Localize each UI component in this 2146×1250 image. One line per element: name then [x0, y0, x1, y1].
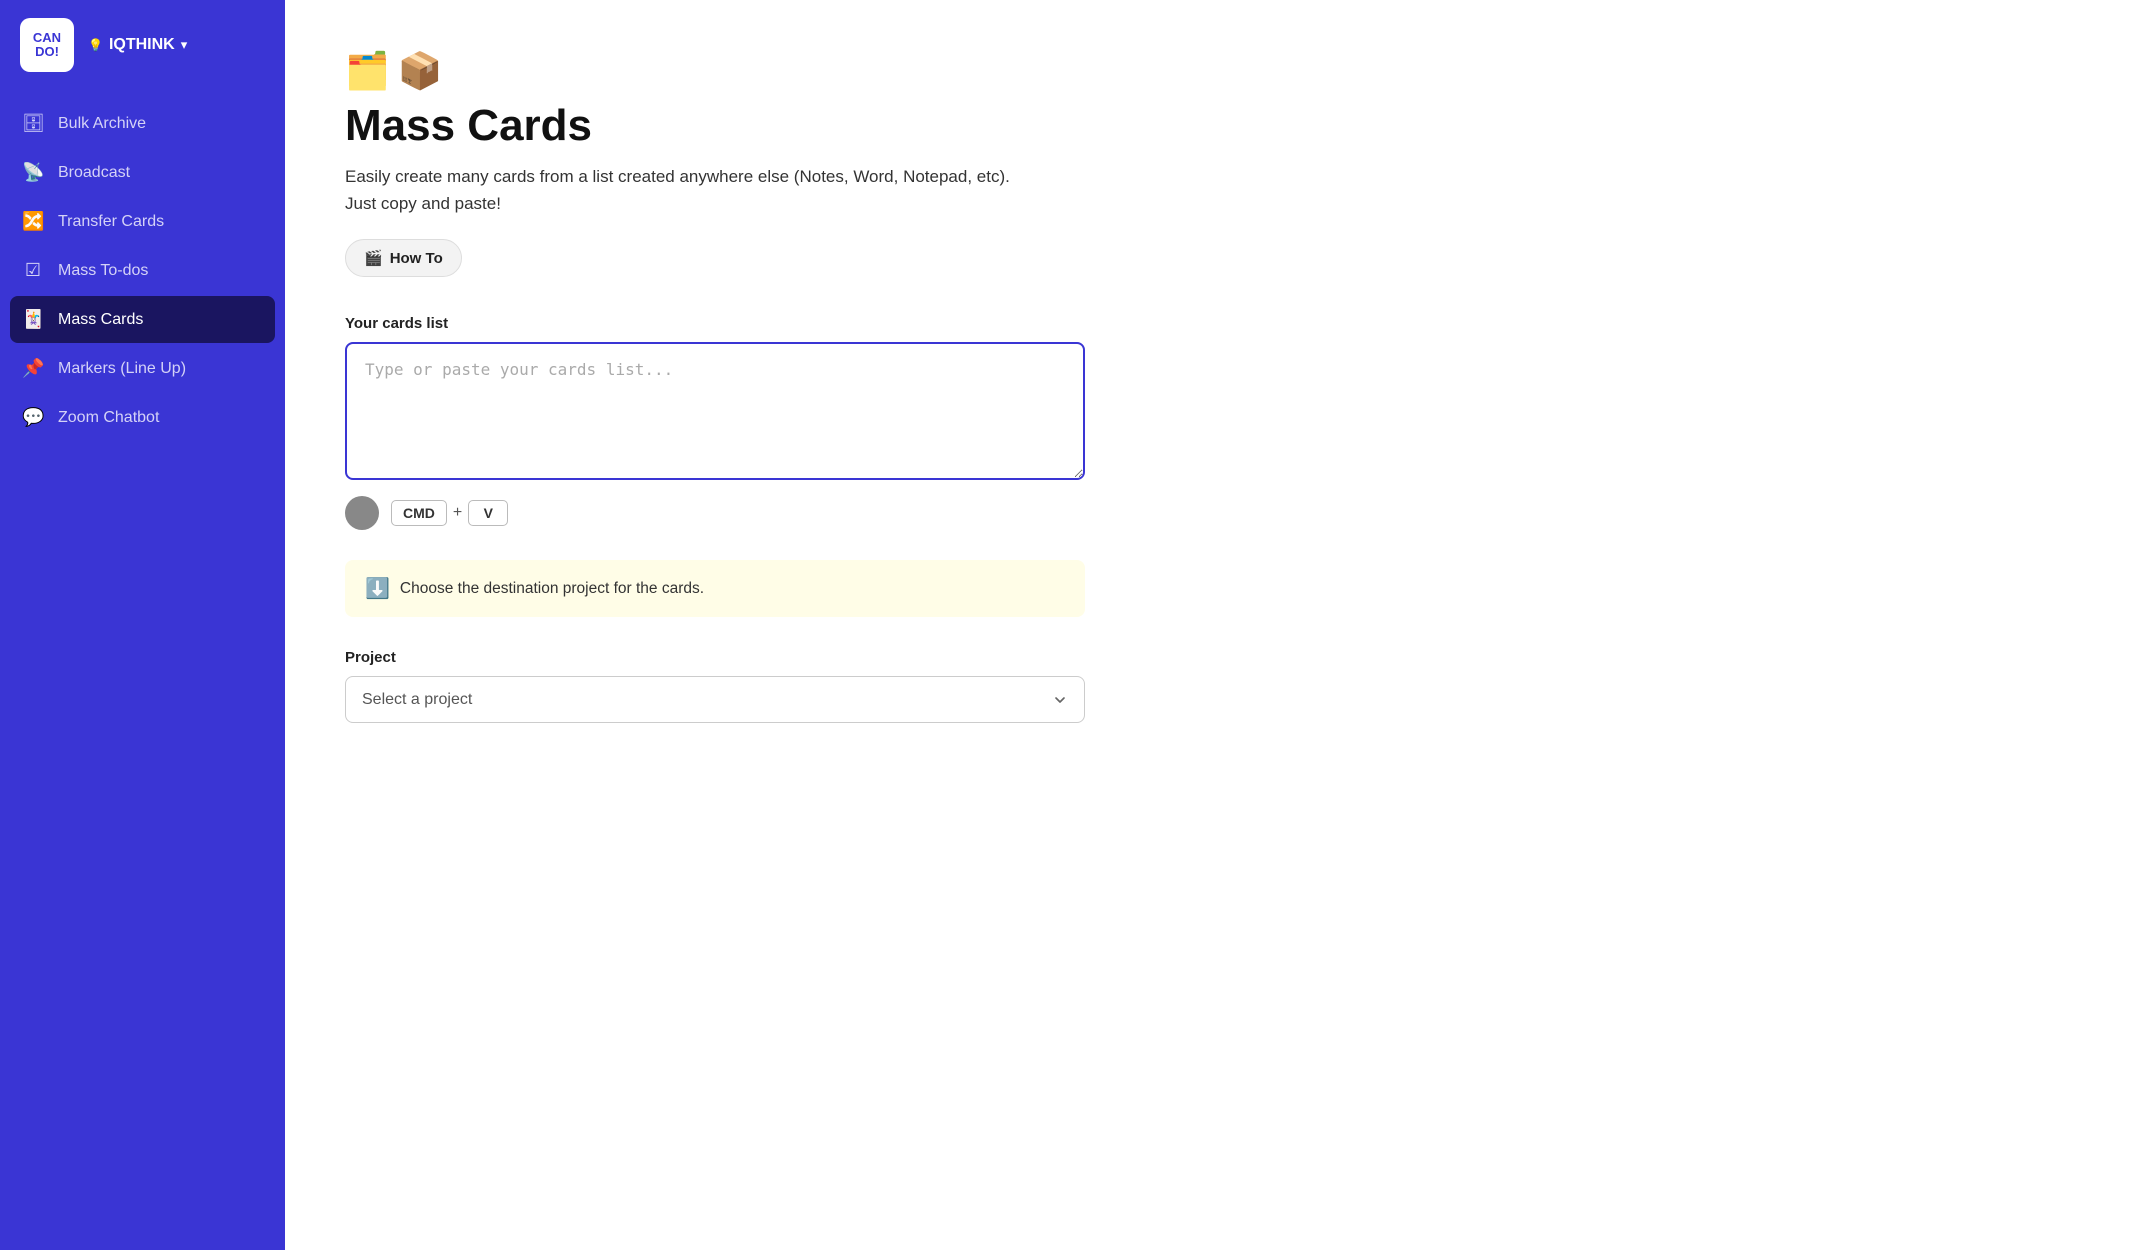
- mass-cards-icon: 🃏: [22, 309, 44, 330]
- zoom-chatbot-icon: 💬: [22, 407, 44, 428]
- sidebar-item-label: Bulk Archive: [58, 115, 146, 133]
- project-select[interactable]: Select a project: [345, 676, 1085, 723]
- sidebar-item-broadcast[interactable]: 📡 Broadcast: [0, 149, 285, 196]
- how-to-icon: 🎬: [364, 249, 383, 267]
- sidebar-item-label: Mass Cards: [58, 311, 143, 329]
- sidebar-nav: 🗄 Bulk Archive 📡 Broadcast 🔀 Transfer Ca…: [0, 90, 285, 451]
- transfer-cards-icon: 🔀: [22, 211, 44, 232]
- sidebar-item-label: Broadcast: [58, 164, 130, 182]
- sidebar-item-mass-cards[interactable]: 🃏 Mass Cards: [10, 296, 275, 343]
- v-key: V: [468, 500, 508, 526]
- workspace-name: IQTHINK: [109, 36, 175, 54]
- cards-list-label: Your cards list: [345, 315, 2086, 332]
- sidebar-item-mass-todos[interactable]: ☑ Mass To-dos: [0, 247, 285, 294]
- sidebar-header: CANDO! 💡 IQTHINK ▾: [0, 0, 285, 90]
- info-banner-text: Choose the destination project for the c…: [400, 580, 704, 598]
- page-description: Easily create many cards from a list cre…: [345, 164, 1025, 217]
- page-icon-box: 📦: [398, 50, 443, 92]
- plus-sign: +: [453, 504, 462, 522]
- chevron-down-icon: ▾: [181, 37, 188, 53]
- workspace-selector[interactable]: 💡 IQTHINK ▾: [88, 36, 187, 54]
- sidebar-item-label: Mass To-dos: [58, 262, 148, 280]
- cards-list-textarea[interactable]: [345, 342, 1085, 480]
- sidebar-item-label: Zoom Chatbot: [58, 409, 159, 427]
- how-to-button[interactable]: 🎬 How To: [345, 239, 462, 277]
- workspace-icon: 💡: [88, 38, 103, 52]
- page-icon-filing: 🗂️: [345, 50, 390, 92]
- bulk-archive-icon: 🗄: [22, 113, 44, 134]
- project-label: Project: [345, 649, 2086, 666]
- how-to-label: How To: [390, 250, 443, 267]
- sidebar-item-transfer-cards[interactable]: 🔀 Transfer Cards: [0, 198, 285, 245]
- paste-hint: CMD + V: [345, 496, 2086, 530]
- sidebar: CANDO! 💡 IQTHINK ▾ 🗄 Bulk Archive 📡 Broa…: [0, 0, 285, 1250]
- sidebar-item-label: Markers (Line Up): [58, 360, 186, 378]
- info-banner: ⬇️ Choose the destination project for th…: [345, 560, 1085, 617]
- sidebar-item-markers[interactable]: 📌 Markers (Line Up): [0, 345, 285, 392]
- page-title: Mass Cards: [345, 102, 2086, 150]
- app-logo: CANDO!: [20, 18, 74, 72]
- page-icons: 🗂️ 📦: [345, 50, 2086, 92]
- main-content: 🗂️ 📦 Mass Cards Easily create many cards…: [285, 0, 2146, 1250]
- markers-icon: 📌: [22, 358, 44, 379]
- paste-circle-icon: [345, 496, 379, 530]
- keyboard-shortcut: CMD + V: [391, 500, 508, 526]
- sidebar-item-zoom-chatbot[interactable]: 💬 Zoom Chatbot: [0, 394, 285, 441]
- info-banner-icon: ⬇️: [365, 576, 390, 601]
- broadcast-icon: 📡: [22, 162, 44, 183]
- sidebar-item-label: Transfer Cards: [58, 213, 164, 231]
- cmd-key: CMD: [391, 500, 447, 526]
- sidebar-item-bulk-archive[interactable]: 🗄 Bulk Archive: [0, 100, 285, 147]
- mass-todos-icon: ☑: [22, 260, 44, 281]
